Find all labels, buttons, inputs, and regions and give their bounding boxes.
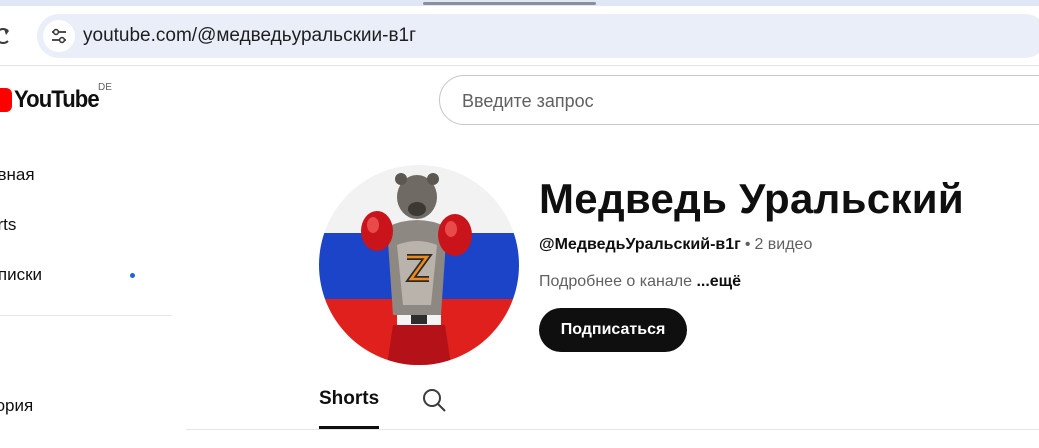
- youtube-play-icon: [0, 88, 12, 112]
- sidebar-item-label: дписки: [0, 265, 43, 284]
- youtube-logo[interactable]: YouTube DE: [0, 82, 126, 116]
- url-text[interactable]: youtube.com/@медведьуральскии-в1г: [83, 25, 416, 47]
- sidebar-item-label: orts: [0, 215, 17, 234]
- sidebar-divider: [0, 315, 172, 316]
- sidebar-item-shorts[interactable]: orts: [0, 215, 168, 245]
- channel-name: Медведь Уральский: [539, 175, 964, 222]
- more-link[interactable]: ...ещё: [696, 273, 741, 290]
- search-input[interactable]: [460, 88, 1020, 114]
- search-icon[interactable]: [421, 387, 447, 413]
- sidebar-item-home[interactable]: авная: [0, 165, 168, 195]
- about-text: Подробнее о канале: [539, 273, 692, 290]
- sidebar-item-subscriptions[interactable]: дписки: [0, 265, 168, 295]
- browser-toolbar: youtube.com/@медведьуральскии-в1г: [0, 6, 1039, 66]
- logo-text: YouTube: [14, 86, 100, 113]
- channel-avatar[interactable]: [319, 165, 519, 365]
- address-bar[interactable]: youtube.com/@медведьуральскии-в1г: [37, 14, 1039, 58]
- tabs-divider: [186, 429, 1039, 430]
- search-box: [439, 75, 1039, 125]
- sidebar-item-label: тория: [0, 396, 34, 415]
- reload-icon[interactable]: [0, 24, 14, 48]
- sidebar-item-label: авная: [0, 165, 35, 184]
- channel-handle: @МедведьУральский-в1г: [539, 236, 741, 253]
- logo-region: DE: [98, 82, 112, 93]
- meta-separator: •: [744, 236, 751, 253]
- channel-about[interactable]: Подробнее о канале ...ещё: [539, 273, 741, 291]
- subscribe-button[interactable]: Подписаться: [539, 308, 687, 352]
- sidebar-item-history[interactable]: тория: [0, 396, 168, 426]
- active-tab-indicator[interactable]: [423, 2, 596, 5]
- video-count: 2 видео: [754, 236, 813, 253]
- new-content-dot: [130, 273, 135, 278]
- site-info-icon[interactable]: [43, 20, 75, 52]
- tab-shorts[interactable]: Shorts: [319, 388, 379, 410]
- channel-meta: @МедведьУральский-в1г • 2 видео: [539, 236, 812, 254]
